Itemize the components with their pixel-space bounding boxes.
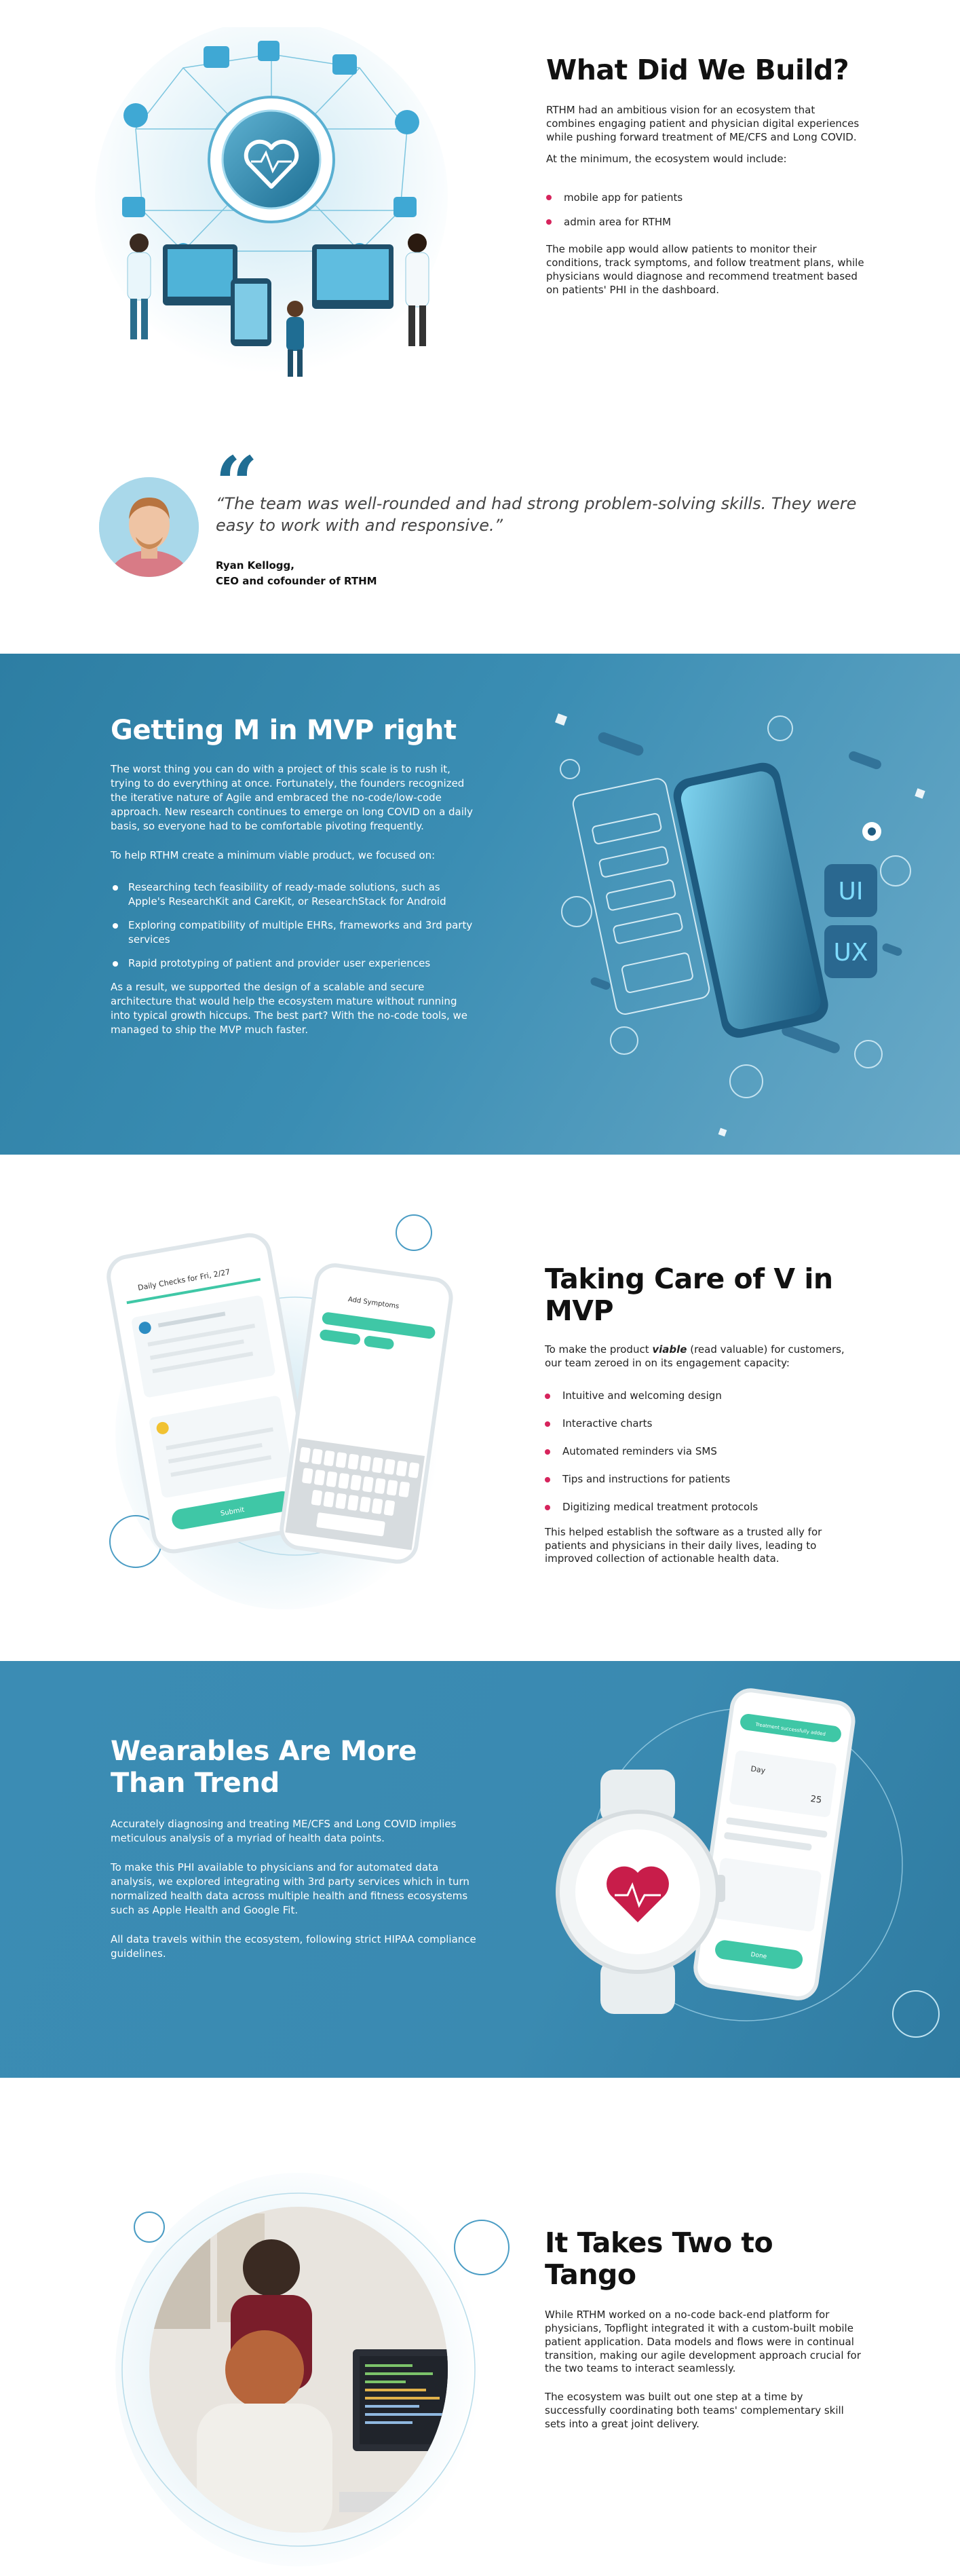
svg-text:UX: UX xyxy=(833,939,868,967)
build-intro: RTHM had an ambitious vision for an ecos… xyxy=(546,104,860,143)
tango-p1: While RTHM worked on a no-code back-end … xyxy=(545,2309,861,2375)
phones-illustration: Daily Checks for Fri, 2/27 Submit Add Sy… xyxy=(107,1214,455,1609)
mvp-m-p3: As a result, we supported the design of … xyxy=(111,981,467,1036)
list-item: Digitizing medical treatment protocols xyxy=(545,1501,864,1513)
list-item: Interactive charts xyxy=(545,1417,864,1430)
tango-title: It Takes Two to Tango xyxy=(545,2226,773,2292)
tango-p2: The ecosystem was built out one step at … xyxy=(545,2391,844,2430)
mvp-v-section: Daily Checks for Fri, 2/27 Submit Add Sy… xyxy=(0,1155,960,1661)
ecosystem-illustration xyxy=(95,27,448,377)
mvp-m-text: Getting M in MVP right The worst thing y… xyxy=(111,715,477,1037)
list-item: Researching tech feasibility of ready-ma… xyxy=(111,880,477,909)
author-role: CEO and cofounder of RTHM xyxy=(216,574,377,587)
mvp-m-list: Researching tech feasibility of ready-ma… xyxy=(111,880,477,971)
list-item: admin area for RTHM xyxy=(546,216,865,228)
list-item: Tips and instructions for patients xyxy=(545,1473,864,1485)
ui-ux-illustration: UI UX xyxy=(555,713,925,1137)
mvp-v-conclusion: This helped establish the software as a … xyxy=(545,1525,822,1565)
wearables-p3: All data travels within the ecosystem, f… xyxy=(111,1933,476,1960)
avatar xyxy=(99,477,199,577)
mvp-m-p1: The worst thing you can do with a projec… xyxy=(111,763,473,832)
list-item: Automated reminders via SMS xyxy=(545,1445,864,1457)
build-min: At the minimum, the ecosystem would incl… xyxy=(546,152,787,165)
tango-text: It Takes Two to Tango While RTHM worked … xyxy=(545,2226,864,2431)
list-item: Intuitive and welcoming design xyxy=(545,1389,864,1402)
viable-emphasis: viable xyxy=(652,1343,687,1356)
build-title: What Did We Build? xyxy=(546,54,849,86)
wearables-p1: Accurately diagnosing and treating ME/CF… xyxy=(111,1818,457,1845)
list-item: Exploring compatibility of multiple EHRs… xyxy=(111,918,477,947)
build-text: What Did We Build? RTHM had an ambitious… xyxy=(546,54,865,297)
testimonial-quote: “The team was well-rounded and had stron… xyxy=(216,494,857,536)
mvp-v-text: Taking Care of V in MVP To make the prod… xyxy=(545,1263,864,1566)
list-item: mobile app for patients xyxy=(546,191,865,204)
tango-section: It Takes Two to Tango While RTHM worked … xyxy=(0,2078,960,2576)
build-section: What Did We Build? RTHM had an ambitious… xyxy=(0,0,960,638)
team-photo-illustration xyxy=(115,2173,510,2566)
wearables-text: Wearables Are More Than Trend Accurately… xyxy=(111,1736,477,1961)
ux-badge-icon: UX xyxy=(824,925,877,978)
ui-badge-icon: UI xyxy=(824,864,877,917)
build-detail: The mobile app would allow patients to m… xyxy=(546,243,864,296)
mvp-v-intro: To make the product viable (read valuabl… xyxy=(545,1343,845,1370)
author-name: Ryan Kellogg, xyxy=(216,559,294,572)
mvp-v-title: Taking Care of V in MVP xyxy=(545,1263,833,1328)
wearables-title: Wearables Are More Than Trend xyxy=(111,1736,417,1799)
list-item: Rapid prototyping of patient and provide… xyxy=(111,956,477,971)
mvp-m-title: Getting M in MVP right xyxy=(111,715,457,746)
watch-phone-illustration: Treatment successfully added Day 25 Done xyxy=(556,1688,940,2038)
mvp-m-section: Getting M in MVP right The worst thing y… xyxy=(0,654,960,1155)
svg-text:UI: UI xyxy=(839,878,864,906)
mvp-v-list: Intuitive and welcoming design Interacti… xyxy=(545,1389,864,1513)
build-list: mobile app for patients admin area for R… xyxy=(546,191,865,228)
testimonial-author: Ryan Kellogg, CEO and cofounder of RTHM xyxy=(216,558,377,589)
wearables-p2: To make this PHI available to physicians… xyxy=(111,1861,469,1917)
mvp-m-p2: To help RTHM create a minimum viable pro… xyxy=(111,849,436,861)
svg-text:25: 25 xyxy=(810,1794,822,1806)
wearables-section: Wearables Are More Than Trend Accurately… xyxy=(0,1661,960,2078)
